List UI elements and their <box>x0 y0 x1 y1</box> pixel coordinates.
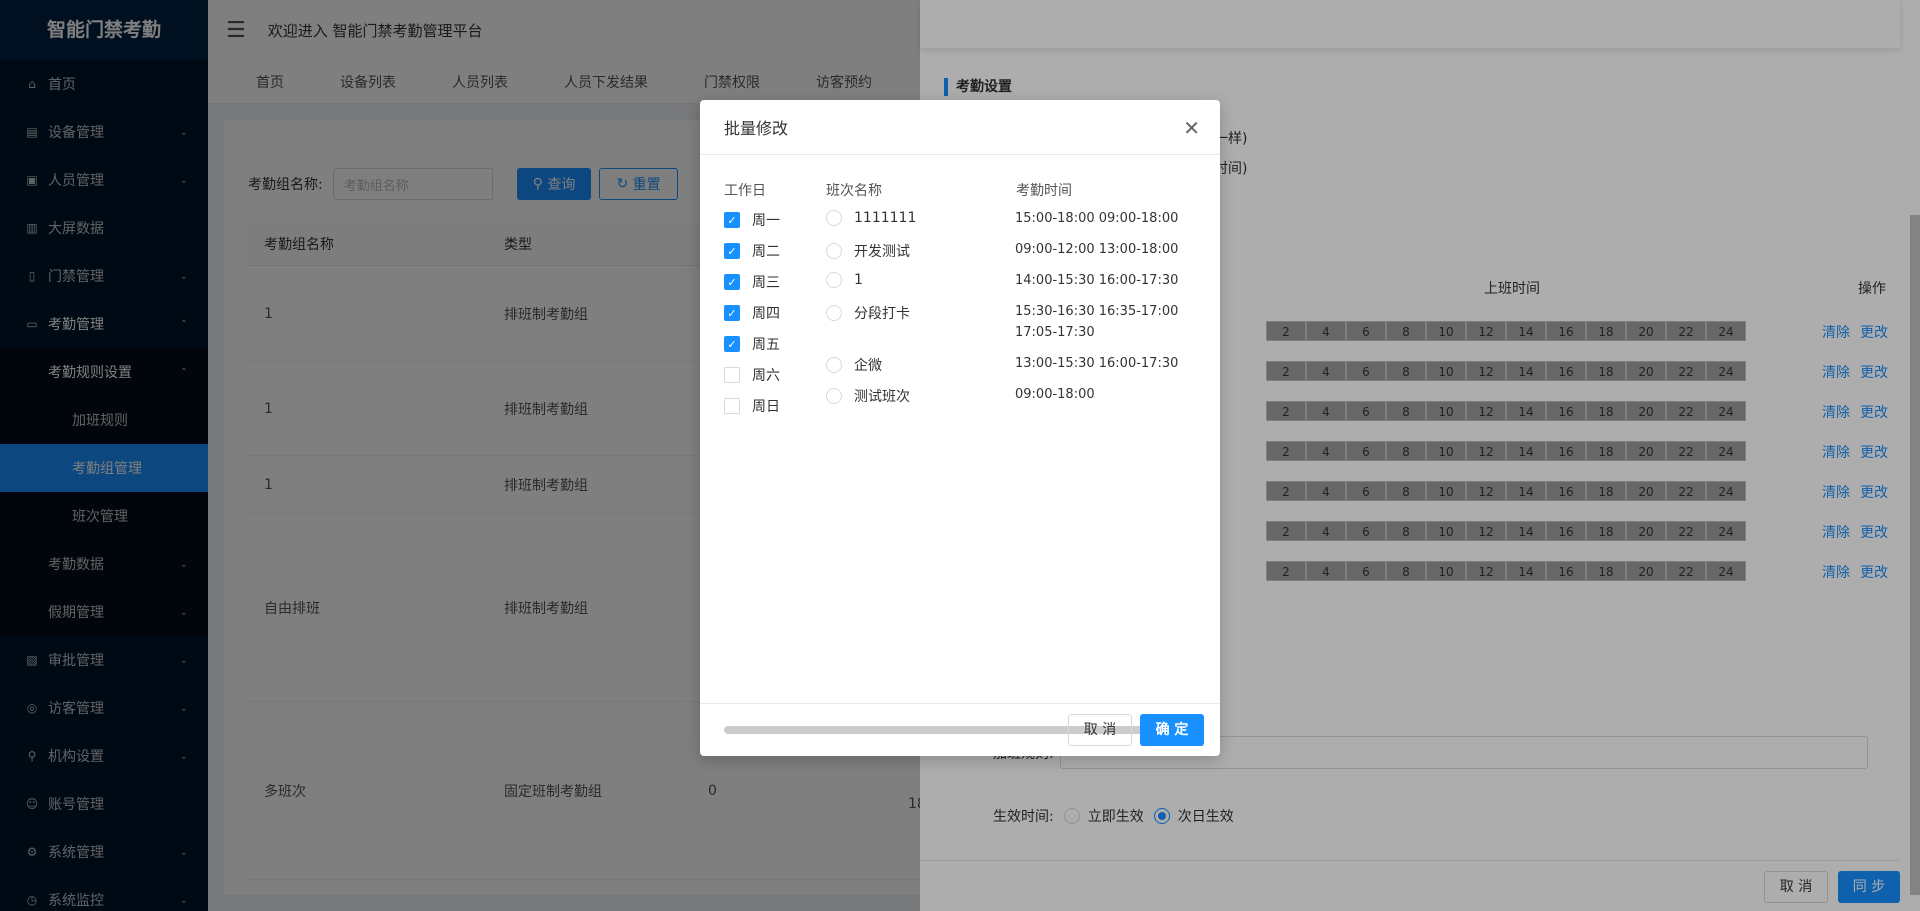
shift-time-line: 17:05-17:30 <box>1015 325 1095 340</box>
shift-name: 分段打卡 <box>854 306 910 322</box>
checkbox[interactable]: ✓ <box>724 274 740 290</box>
shift-time: 15:00-18:00 09:00-18:00 <box>1015 208 1178 229</box>
checkbox[interactable]: ✓ <box>724 243 740 259</box>
shift-row[interactable]: 企微 <box>826 355 882 375</box>
shift-row[interactable]: 分段打卡 <box>826 303 910 323</box>
shift-name: 测试班次 <box>854 389 910 405</box>
shift-radio[interactable] <box>826 388 842 404</box>
shift-time: 09:00-12:00 13:00-18:00 <box>1015 239 1178 260</box>
shift-time-line: 15:00-18:00 09:00-18:00 <box>1015 211 1179 226</box>
modal-cancel-button[interactable]: 取 消 <box>1068 714 1132 746</box>
shift-time: 09:00-18:00 <box>1015 384 1095 405</box>
shift-time: 14:00-15:30 16:00-17:30 <box>1015 270 1178 291</box>
checkbox[interactable]: ✓ <box>724 305 740 321</box>
shift-time: 15:30-16:30 16:35-17:00 17:05-17:30 <box>1015 301 1178 343</box>
shift-time-line: 13:00-15:30 16:00-17:30 <box>1015 356 1179 371</box>
workday-label: 周二 <box>752 244 780 260</box>
checkbox[interactable]: ✓ <box>724 336 740 352</box>
col-shift-name: 班次名称 <box>826 183 882 199</box>
workday-label: 周日 <box>752 399 780 415</box>
batch-edit-modal: 批量修改 ✕ 工作日 班次名称 考勤时间 ✓ 周一 ✓ 周二 ✓ 周三 ✓ 周四 ✓ 周五周六周日… <box>700 100 1220 756</box>
modal-title: 批量修改 <box>724 119 789 138</box>
shift-radio[interactable] <box>826 272 842 288</box>
shift-radio[interactable] <box>826 243 842 259</box>
checkbox[interactable] <box>724 398 740 414</box>
shift-time-line: 09:00-12:00 13:00-18:00 <box>1015 242 1179 257</box>
workday-label: 周一 <box>752 213 780 229</box>
shift-row[interactable]: 1111111 <box>826 210 916 226</box>
workday-row[interactable]: 周六 <box>724 365 780 385</box>
shift-row[interactable]: 1 <box>826 272 863 288</box>
shift-radio[interactable] <box>826 305 842 321</box>
workday-row[interactable]: ✓ 周二 <box>724 241 780 261</box>
workday-row[interactable]: ✓ 周四 <box>724 303 780 323</box>
workday-row[interactable]: ✓ 周三 <box>724 272 780 292</box>
shift-time-line: 14:00-15:30 16:00-17:30 <box>1015 273 1179 288</box>
modal-ok-button[interactable]: 确 定 <box>1140 714 1204 746</box>
workday-label: 周三 <box>752 275 780 291</box>
workday-row[interactable]: ✓ 周一 <box>724 210 780 230</box>
checkbox[interactable]: ✓ <box>724 212 740 228</box>
shift-radio[interactable] <box>826 357 842 373</box>
col-workday: 工作日 <box>724 183 766 199</box>
shift-time-line: 15:30-16:30 16:35-17:00 <box>1015 304 1179 319</box>
shift-name: 企微 <box>854 358 882 374</box>
shift-name: 1 <box>854 272 863 288</box>
workday-label: 周四 <box>752 306 780 322</box>
modal-header: 批量修改 <box>700 100 1220 155</box>
shift-row[interactable]: 测试班次 <box>826 386 910 406</box>
modal-body: 工作日 班次名称 考勤时间 ✓ 周一 ✓ 周二 ✓ 周三 ✓ 周四 ✓ 周五 周六 周日 111111… <box>700 155 1220 734</box>
shift-name: 1111111 <box>854 210 917 226</box>
checkbox[interactable] <box>724 367 740 383</box>
workday-label: 周五 <box>752 337 780 353</box>
col-attendance-time: 考勤时间 <box>1016 183 1072 199</box>
shift-name: 开发测试 <box>854 244 910 260</box>
workday-row[interactable]: ✓ 周五 <box>724 334 780 354</box>
close-icon[interactable]: ✕ <box>1183 116 1200 140</box>
shift-time: 13:00-15:30 16:00-17:30 <box>1015 353 1178 374</box>
shift-time-line: 09:00-18:00 <box>1015 387 1095 402</box>
shift-radio[interactable] <box>826 210 842 226</box>
modal-footer: 取 消 确 定 <box>700 703 1220 756</box>
workday-label: 周六 <box>752 368 780 384</box>
workday-row[interactable]: 周日 <box>724 396 780 416</box>
shift-row[interactable]: 开发测试 <box>826 241 910 261</box>
